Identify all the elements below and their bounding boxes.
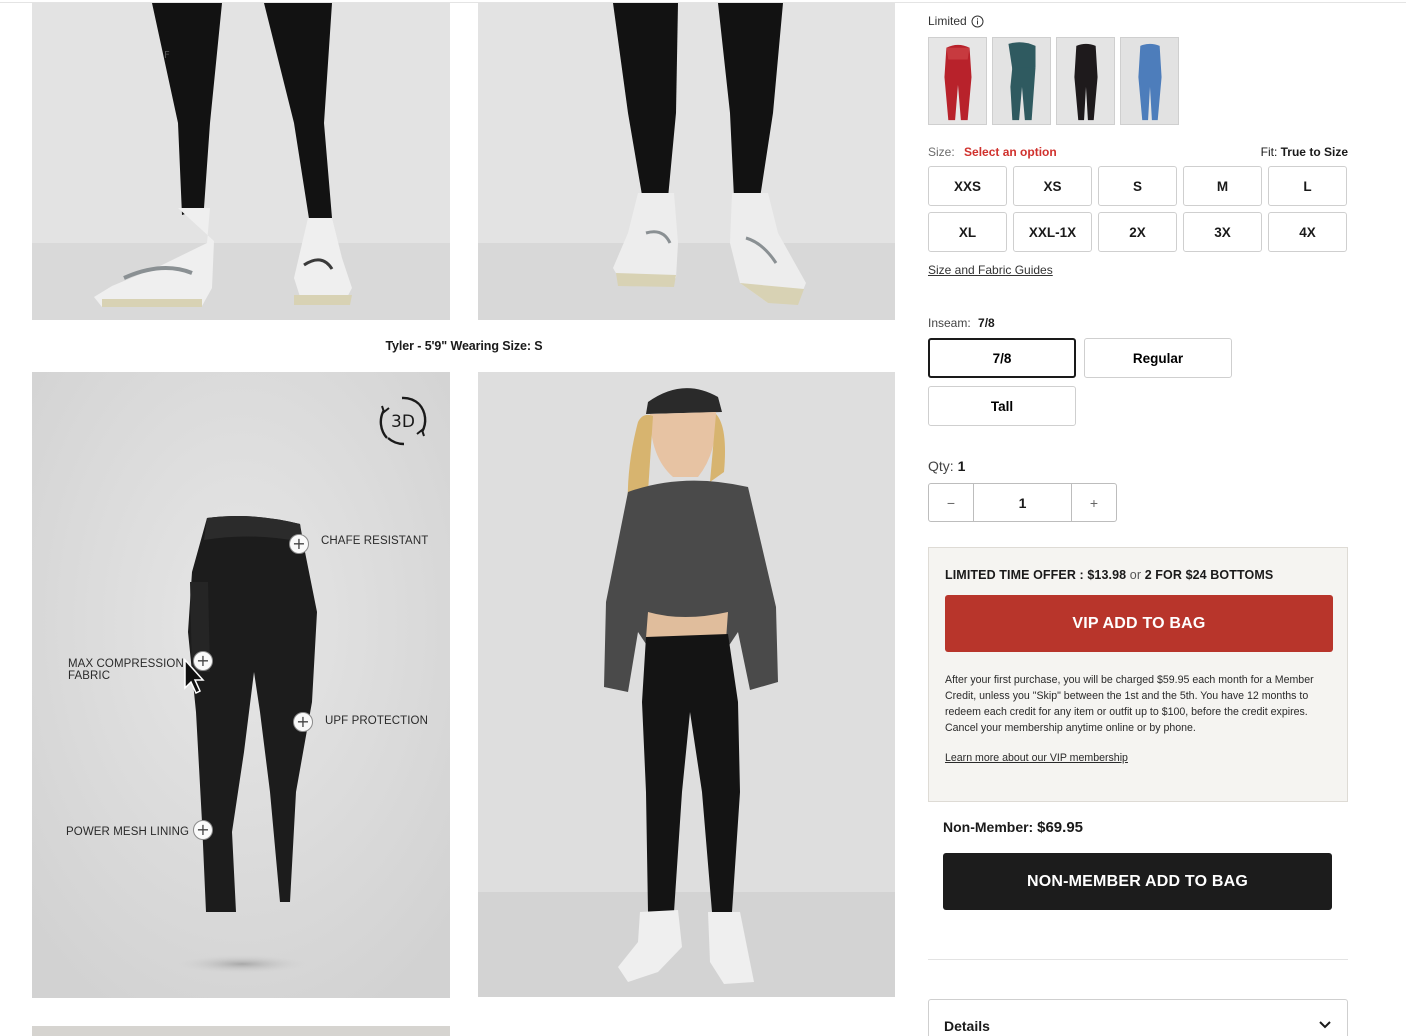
details-title: Details bbox=[944, 1018, 990, 1034]
hotspot-chafe-button[interactable]: + bbox=[289, 534, 309, 554]
size-option[interactable]: XS bbox=[1013, 166, 1092, 206]
color-swatches bbox=[928, 37, 1179, 125]
qty-label: Qty: bbox=[928, 458, 954, 474]
chevron-down-icon bbox=[1319, 1021, 1331, 1029]
qty-decrement-button[interactable]: − bbox=[929, 484, 973, 521]
svg-text:F: F bbox=[164, 50, 170, 61]
size-option[interactable]: 3X bbox=[1183, 212, 1262, 252]
size-guides-link[interactable]: Size and Fabric Guides bbox=[928, 263, 1053, 277]
inseam-option[interactable]: Tall bbox=[928, 386, 1076, 426]
vip-offer-card: LIMITED TIME OFFER : $13.98 or 2 FOR $24… bbox=[928, 547, 1348, 802]
size-option[interactable]: 2X bbox=[1098, 212, 1177, 252]
vip-add-to-bag-button[interactable]: VIP ADD TO BAG bbox=[945, 595, 1333, 652]
hotspot-upf-button[interactable]: + bbox=[293, 712, 313, 732]
swatch-black[interactable] bbox=[1056, 37, 1115, 125]
qty-display: 1 bbox=[957, 458, 966, 474]
product-image-back-legs[interactable]: F bbox=[32, 3, 450, 320]
hotspot-compression-line2: FABRIC bbox=[68, 670, 111, 682]
hotspot-mesh-label: POWER MESH LINING bbox=[66, 826, 190, 838]
size-option[interactable]: XXS bbox=[928, 166, 1007, 206]
swatch-teal[interactable] bbox=[992, 37, 1051, 125]
inseam-value: 7/8 bbox=[978, 316, 995, 330]
size-option[interactable]: S bbox=[1098, 166, 1177, 206]
color-label-row: Limited bbox=[928, 14, 984, 28]
hotspot-compression-label: MAX COMPRESSION FABRIC bbox=[68, 658, 184, 682]
product-image-3d-view[interactable] bbox=[32, 372, 450, 998]
size-header: Size: Select an option Fit: True to Size bbox=[928, 145, 1348, 159]
non-member-price-row: Non-Member: $69.95 bbox=[943, 819, 1083, 836]
size-option[interactable]: M bbox=[1183, 166, 1262, 206]
fit-info: Fit: True to Size bbox=[1261, 145, 1348, 159]
inseam-option[interactable]: Regular bbox=[1084, 338, 1232, 378]
non-member-add-to-bag-button[interactable]: NON-MEMBER ADD TO BAG bbox=[943, 853, 1332, 910]
size-option[interactable]: 4X bbox=[1268, 212, 1347, 252]
inseam-option-selected[interactable]: 7/8 bbox=[928, 338, 1076, 378]
vip-learn-more-link[interactable]: Learn more about our VIP membership bbox=[945, 752, 1128, 764]
non-member-label: Non-Member: bbox=[943, 819, 1034, 835]
mouse-cursor-icon bbox=[184, 658, 205, 695]
fit-label: Fit: bbox=[1260, 145, 1278, 159]
vip-disclaimer: After your first purchase, you will be c… bbox=[945, 674, 1314, 734]
color-label: Limited bbox=[928, 14, 967, 28]
non-member-price: $69.95 bbox=[1037, 819, 1084, 836]
hotspot-mesh-button[interactable]: + bbox=[193, 820, 213, 840]
fit-value: True to Size bbox=[1280, 145, 1348, 159]
size-option[interactable]: XXL-1X bbox=[1013, 212, 1092, 252]
qty-input[interactable]: 1 bbox=[973, 484, 1072, 521]
size-prompt: Select an option bbox=[964, 145, 1057, 159]
swatch-blue[interactable] bbox=[1120, 37, 1179, 125]
size-option[interactable]: L bbox=[1268, 166, 1347, 206]
hotspot-chafe-label: CHAFE RESISTANT bbox=[321, 535, 429, 547]
size-options: XXS XS S M L XL XXL-1X 2X 3X 4X bbox=[928, 166, 1347, 252]
product-image-front-legs[interactable] bbox=[478, 3, 895, 320]
quantity-stepper: − 1 + bbox=[928, 483, 1117, 522]
qty-header: Qty: 1 bbox=[928, 458, 965, 474]
hotspot-compression-line1: MAX COMPRESSION bbox=[68, 658, 184, 670]
size-label: Size: bbox=[928, 145, 955, 159]
info-circle-icon[interactable] bbox=[971, 15, 984, 28]
offer-headline-price: LIMITED TIME OFFER : $13.98 bbox=[945, 568, 1127, 582]
inseam-header: Inseam: 7/8 bbox=[928, 316, 995, 330]
product-image-full-model[interactable] bbox=[478, 372, 895, 997]
qty-increment-button[interactable]: + bbox=[1072, 484, 1116, 521]
offer-headline-bundle: 2 FOR $24 BOTTOMS bbox=[1144, 568, 1274, 582]
inseam-label: Inseam: bbox=[928, 316, 971, 330]
section-divider bbox=[928, 959, 1348, 960]
swatch-red[interactable] bbox=[928, 37, 987, 125]
badge-3d-label: 3D bbox=[391, 412, 415, 432]
details-accordion[interactable]: Details bbox=[928, 999, 1348, 1036]
offer-headline: LIMITED TIME OFFER : $13.98 or 2 FOR $24… bbox=[945, 568, 1273, 582]
model-caption: Tyler - 5'9" Wearing Size: S bbox=[385, 339, 543, 353]
rotate-3d-icon[interactable]: 3D bbox=[374, 392, 432, 450]
hotspot-upf-label: UPF PROTECTION bbox=[325, 715, 428, 727]
size-option[interactable]: XL bbox=[928, 212, 1007, 252]
offer-headline-or: or bbox=[1129, 568, 1142, 582]
product-image-next[interactable] bbox=[32, 1026, 450, 1036]
